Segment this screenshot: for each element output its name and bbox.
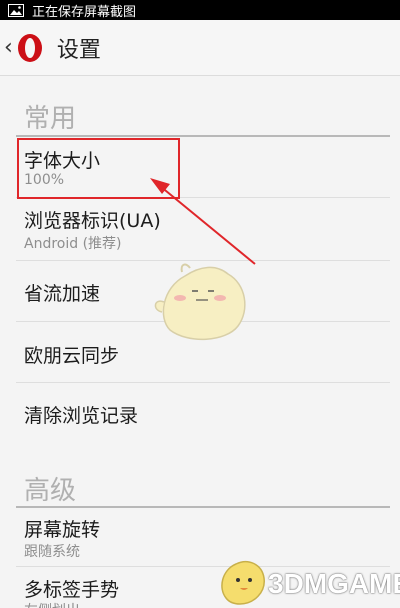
mascot-illustration <box>154 263 246 341</box>
watermark-mascot-icon <box>221 560 265 605</box>
watermark-text: 3DMGAME <box>268 568 400 599</box>
